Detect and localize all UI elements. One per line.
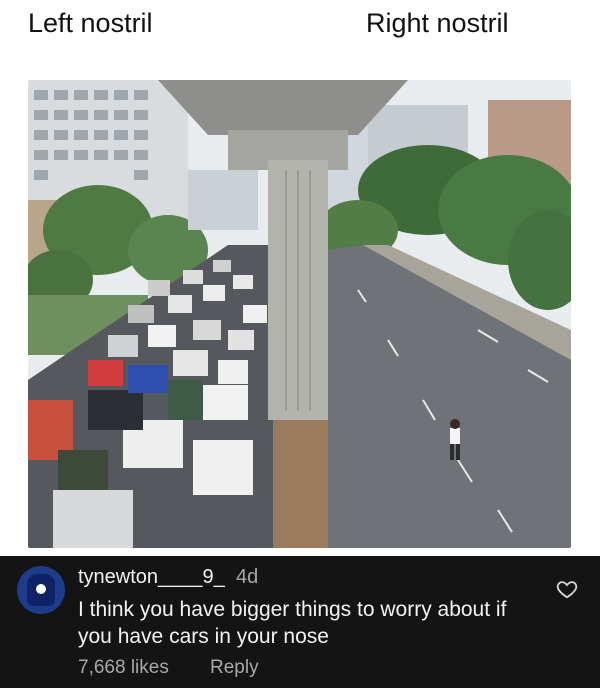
- traffic-photo: [28, 80, 571, 548]
- avatar-logo-icon: [36, 584, 46, 594]
- heart-icon[interactable]: [556, 578, 578, 600]
- comment-timestamp: 4d: [236, 566, 259, 588]
- left-nostril-caption: Left nostril: [28, 8, 153, 38]
- comment-username[interactable]: tynewton____9_: [78, 566, 225, 589]
- right-nostril-caption: Right nostril: [366, 8, 509, 38]
- user-avatar[interactable]: [17, 566, 65, 614]
- reply-button[interactable]: Reply: [210, 657, 259, 679]
- comment-section: tynewton____9_ 4d I think you have bigge…: [0, 556, 600, 688]
- like-count[interactable]: 7,668 likes: [78, 657, 169, 679]
- meme-panel: Left nostril Right nostril: [0, 0, 600, 560]
- comment-text: I think you have bigger things to worry …: [78, 598, 507, 648]
